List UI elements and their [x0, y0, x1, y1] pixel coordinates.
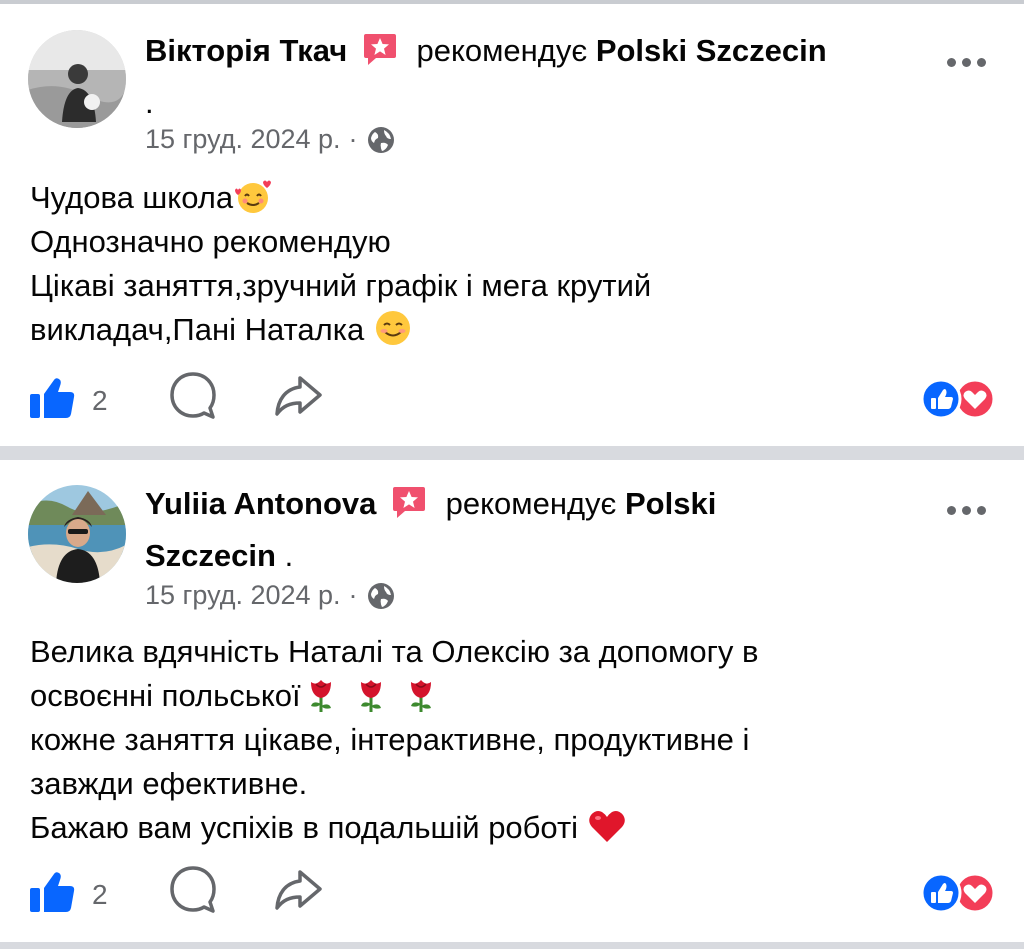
share-icon[interactable]: [272, 864, 324, 921]
share-icon[interactable]: [272, 370, 324, 427]
post-line: освоєнні польської: [30, 678, 301, 713]
like-count: 2: [92, 878, 108, 910]
rose-icon: [301, 674, 341, 714]
comment-icon[interactable]: [168, 864, 218, 921]
header-period: .: [284, 538, 294, 573]
avatar[interactable]: [28, 30, 126, 128]
avatar[interactable]: [28, 485, 126, 583]
bottom-divider: [0, 942, 1024, 949]
post-divider: [0, 446, 1024, 460]
post-header: Yuliia Antonova рекомендує Polski Szczec…: [145, 478, 945, 582]
page-name[interactable]: Polski Szczecin: [596, 33, 827, 68]
page-name-continued[interactable]: Szczecin: [145, 538, 276, 573]
post-line: Велика вдячність Наталі та Олексію за до…: [30, 634, 759, 669]
like-love-reactions-icon[interactable]: [920, 378, 996, 420]
review-post: Yuliia Antonova рекомендує Polski Szczec…: [0, 460, 1024, 942]
review-post: Вікторія Ткач рекомендує Polski Szczecin…: [0, 4, 1024, 446]
thumbs-up-icon[interactable]: [28, 376, 76, 425]
post-line: Чудова школа: [30, 180, 234, 215]
post-meta: 15 груд. 2024 р. ·: [145, 580, 396, 611]
post-text: Велика вдячність Наталі та Олексію за до…: [30, 630, 990, 850]
post-meta: 15 груд. 2024 р. ·: [145, 124, 396, 155]
smiling-face-with-hearts-icon: [233, 176, 273, 216]
more-options-icon[interactable]: [944, 500, 988, 520]
post-date[interactable]: 15 груд. 2024 р.: [145, 124, 341, 155]
like-love-reactions-icon[interactable]: [920, 872, 996, 914]
post-line: кожне заняття цікаве, інтерактивне, прод…: [30, 722, 750, 757]
more-options-icon[interactable]: [944, 52, 988, 72]
post-line: викладач,Пані Наталка: [30, 312, 373, 347]
post-date[interactable]: 15 груд. 2024 р.: [145, 580, 341, 611]
post-actions: 2: [28, 370, 996, 430]
smiling-face-icon: [373, 308, 413, 348]
post-line: Цікаві заняття,зручний графік і мега кру…: [30, 268, 652, 303]
like-button[interactable]: 2: [28, 376, 108, 425]
red-heart-icon: [587, 806, 627, 846]
recommend-verb: рекомендує: [445, 486, 617, 521]
post-actions: 2: [28, 864, 996, 924]
post-line: Бажаю вам успіхів в подальшій роботі: [30, 810, 587, 845]
page-name[interactable]: Polski: [625, 486, 716, 521]
post-text: Чудова школа Однозначно рекомендую Цікав…: [30, 176, 990, 352]
post-header: Вікторія Ткач рекомендує Polski Szczecin…: [145, 25, 945, 129]
thumbs-up-icon[interactable]: [28, 870, 76, 919]
recommend-verb: рекомендує: [416, 33, 588, 68]
like-count: 2: [92, 384, 108, 416]
author-name[interactable]: Вікторія Ткач: [145, 33, 347, 68]
meta-separator: ·: [348, 124, 358, 154]
recommend-star-icon: [391, 484, 427, 520]
like-button[interactable]: 2: [28, 870, 108, 919]
header-period: .: [145, 85, 154, 120]
meta-separator: ·: [348, 580, 358, 610]
globe-icon: [366, 581, 396, 611]
post-line: Однозначно рекомендую: [30, 224, 391, 259]
post-line: завжди ефективне.: [30, 766, 308, 801]
author-name[interactable]: Yuliia Antonova: [145, 486, 376, 521]
globe-icon: [366, 125, 396, 155]
rose-icon: [401, 674, 441, 714]
rose-icon: [351, 674, 391, 714]
recommend-star-icon: [362, 31, 398, 67]
comment-icon[interactable]: [168, 370, 218, 427]
